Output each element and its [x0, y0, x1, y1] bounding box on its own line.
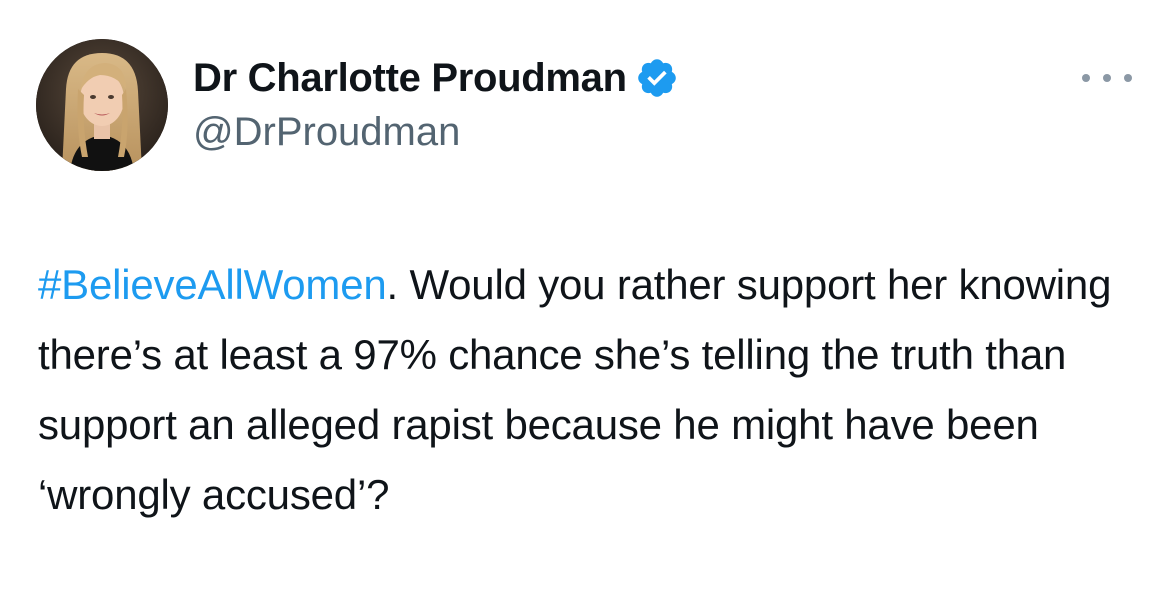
author-name-row: Dr Charlotte Proudman: [193, 53, 679, 103]
more-dot: [1124, 74, 1132, 82]
verified-badge-icon[interactable]: [635, 56, 679, 100]
more-options-icon[interactable]: [1082, 58, 1132, 98]
hashtag-link[interactable]: #BelieveAllWomen: [38, 261, 387, 308]
author-display-name[interactable]: Dr Charlotte Proudman: [193, 56, 627, 101]
tweet-text: #BelieveAllWomen. Would you rather suppo…: [38, 250, 1148, 530]
avatar-photo-icon: [36, 39, 168, 171]
tweet-card: Dr Charlotte Proudman @DrProudman #Belie…: [0, 0, 1169, 605]
more-dot: [1082, 74, 1090, 82]
author-avatar[interactable]: [36, 39, 168, 171]
more-dot: [1103, 74, 1111, 82]
author-handle[interactable]: @DrProudman: [193, 110, 460, 155]
